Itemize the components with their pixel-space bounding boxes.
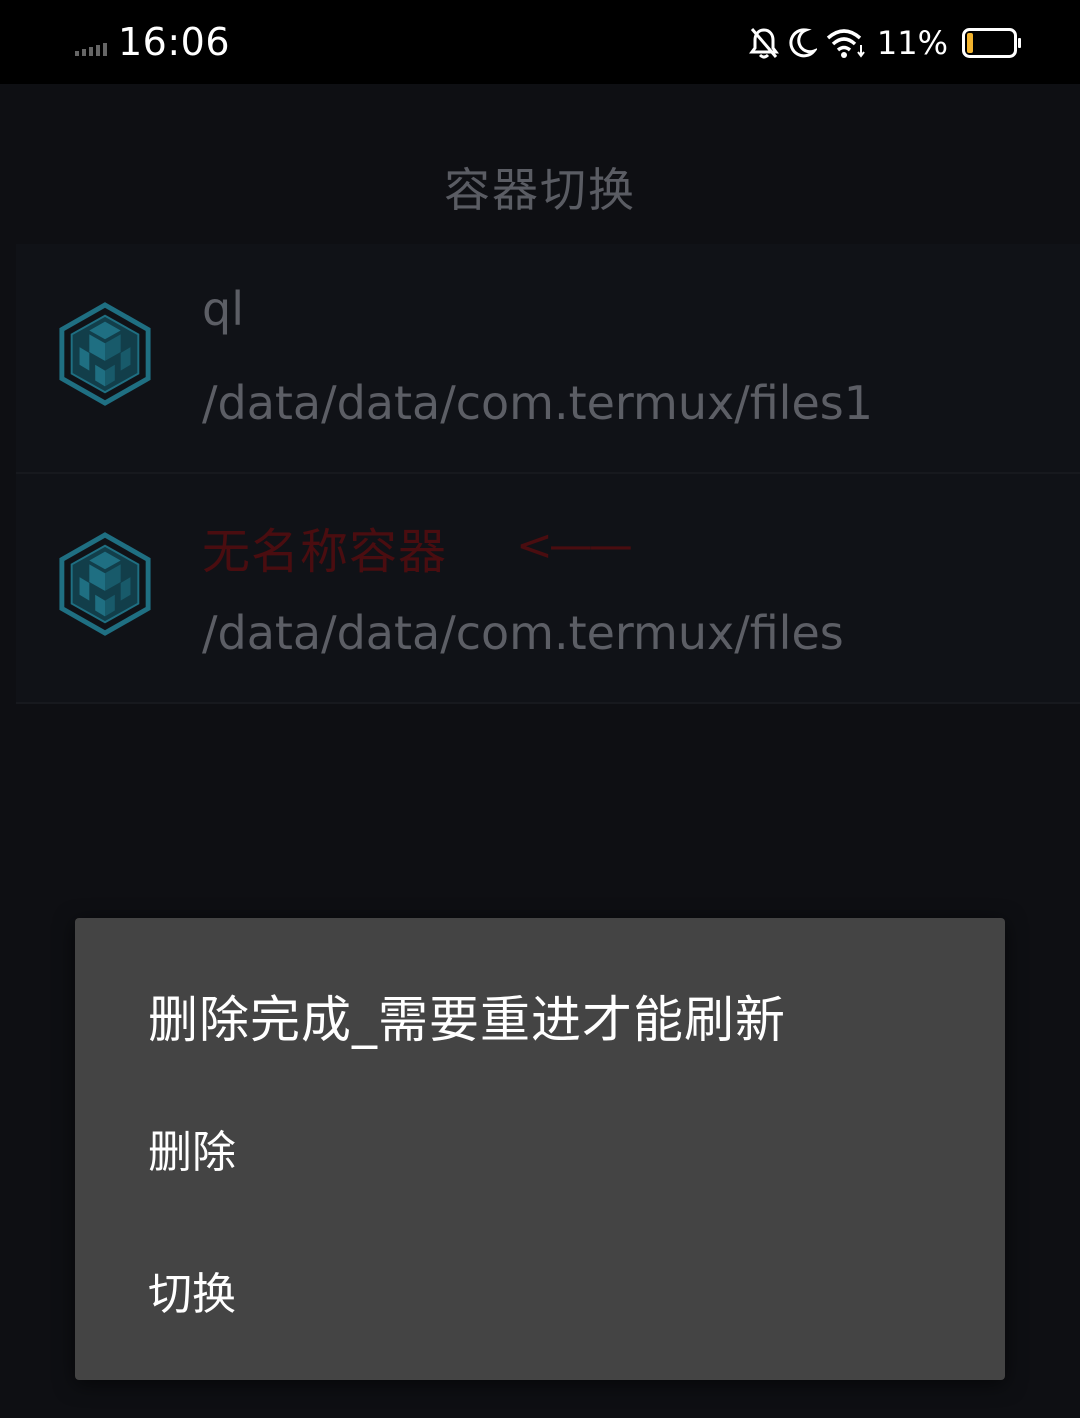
container-item[interactable]: 无名称容器 <—— /data/data/com.termux/files [16,474,1080,704]
container-path: /data/data/com.termux/files [202,606,844,660]
dialog-title: 删除完成_需要重进才能刷新 [148,991,786,1049]
status-time: 16:06 [118,20,231,64]
signal-icon [75,43,107,56]
container-path: /data/data/com.termux/files1 [202,376,873,430]
delete-option[interactable]: 删除 [75,1088,1005,1198]
container-item[interactable]: ql /data/data/com.termux/files1 [16,244,1080,474]
annotation-arrow: <—— [516,520,633,571]
cube-icon [59,532,151,636]
wifi-icon [826,29,865,58]
battery-percent: 11% [876,24,948,62]
container-name: ql [202,282,244,336]
switch-option-label: 切换 [148,1269,236,1320]
container-name: 无名称容器 [202,524,448,580]
battery-icon [962,28,1021,58]
screen: 16:06 11% 容器切换 ql /data/data/com.termux/… [0,0,1080,1418]
status-icons: 11% [748,22,1022,64]
page-title: 容器切换 [444,163,636,217]
cube-icon [59,302,151,406]
moon-icon [789,28,817,58]
action-dialog: 删除完成_需要重进才能刷新 删除 切换 [75,918,1005,1380]
bell-off-icon [748,28,779,59]
switch-option[interactable]: 切换 [75,1230,1005,1340]
delete-option-label: 删除 [148,1127,236,1178]
status-bar: 16:06 11% [0,0,1080,84]
